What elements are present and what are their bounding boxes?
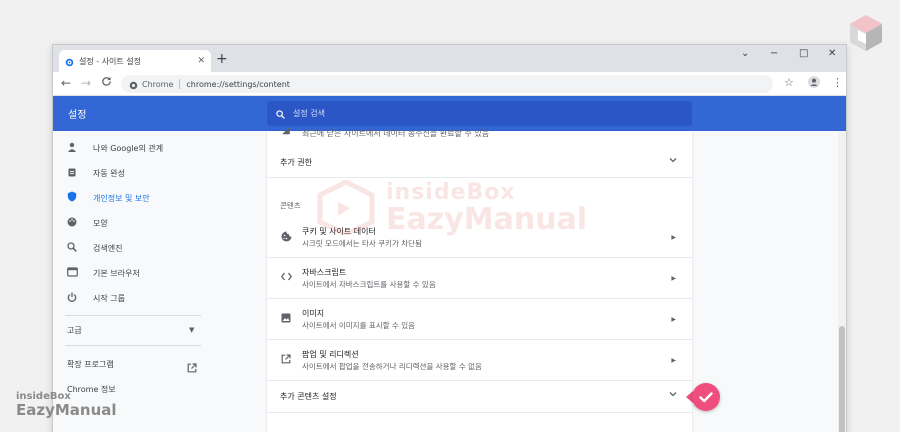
cube-logo-icon xyxy=(846,12,886,52)
sidebar-item-label: 기본 브라우저 xyxy=(93,268,140,278)
sidebar-item-label: 모양 xyxy=(93,218,108,228)
additional-content-label: 추가 콘텐츠 설정 xyxy=(280,392,337,401)
sidebar-item-label: 나와 Google의 관계 xyxy=(93,143,164,153)
search-placeholder: 설정 검색 xyxy=(293,109,325,118)
row-subtitle: 사이트에서 팝업을 전송하거나 리디렉션을 사용할 수 없음 xyxy=(302,362,482,371)
search-icon xyxy=(276,104,285,123)
sidebar-divider xyxy=(65,345,201,346)
row-title: 쿠키 및 사이트 데이터 xyxy=(302,227,376,236)
tab-close-icon[interactable]: ✕ xyxy=(197,56,205,66)
sidebar-item-label: 자동 완성 xyxy=(93,168,125,178)
browser-toolbar: ← → Chrome chrome://settings/content ☆ ⋮ xyxy=(53,72,846,96)
popups-row[interactable]: 팝업 및 리디렉션 사이트에서 팝업을 전송하거나 리디렉션을 사용할 수 없음… xyxy=(267,340,692,381)
browser-menu-icon[interactable]: ⋮ xyxy=(832,76,843,89)
additional-permissions-row[interactable]: 추가 권한 xyxy=(267,146,692,178)
row-title: 자바스크립트 xyxy=(302,268,347,277)
chrome-site-icon xyxy=(129,75,138,94)
omnibox-chip: Chrome xyxy=(142,79,174,89)
additional-content-settings-row[interactable]: 추가 콘텐츠 설정 xyxy=(267,381,692,413)
back-icon[interactable]: ← xyxy=(61,76,71,90)
profile-avatar-icon[interactable] xyxy=(808,76,820,91)
row-title: 이미지 xyxy=(302,309,325,318)
tab-strip: 설정 - 사이트 설정 ✕ + ⌄ − □ ✕ xyxy=(53,45,846,72)
sidebar-item-label: 검색엔진 xyxy=(93,243,123,253)
arrow-right-icon: ▶ xyxy=(671,234,676,241)
row-title: 팝업 및 리디렉션 xyxy=(302,350,359,359)
sidebar-item-privacy[interactable]: 개인정보 및 보안 xyxy=(65,188,201,208)
page-scrollbar[interactable] xyxy=(838,131,846,432)
forward-icon[interactable]: → xyxy=(81,76,91,90)
sidebar-item-default-browser[interactable]: 기본 브라우저 xyxy=(65,263,201,283)
chevron-down-icon xyxy=(669,390,677,400)
new-tab-button[interactable]: + xyxy=(216,52,228,66)
arrow-right-icon: ▶ xyxy=(671,275,676,282)
images-row[interactable]: 이미지 사이트에서 이미지를 표시할 수 있음 ▶ xyxy=(267,299,692,340)
sidebar-divider xyxy=(65,315,201,316)
cookie-icon xyxy=(280,231,292,245)
sidebar-item-on-startup[interactable]: 시작 그룹 xyxy=(65,288,201,308)
content-section-heading: 콘텐츠 xyxy=(280,201,301,210)
palette-icon xyxy=(65,217,79,230)
partial-row-text: 최근에 닫은 사이트에서 데이터 송수신을 완료할 수 있음 xyxy=(302,129,490,138)
cookies-row[interactable]: 쿠키 및 사이트 데이터 시크릿 모드에서는 타사 쿠키가 차단됨 ▶ xyxy=(267,217,692,258)
maximize-button[interactable]: □ xyxy=(799,48,808,59)
image-icon xyxy=(280,313,292,326)
browser-icon xyxy=(65,266,79,280)
sidebar-item-autofill[interactable]: 자동 완성 xyxy=(65,163,201,183)
settings-header: 설정 설정 검색 xyxy=(53,96,846,131)
person-icon xyxy=(65,142,79,155)
settings-sidebar: 나와 Google의 관계 자동 완성 개인정보 및 보안 모양 검색엔진 기본… xyxy=(53,131,203,432)
partial-icon: ◢ xyxy=(282,125,290,136)
sidebar-item-label: 시작 그룹 xyxy=(93,293,125,303)
javascript-row[interactable]: 자바스크립트 사이트에서 자바스크립트를 사용할 수 있음 ▶ xyxy=(267,258,692,299)
settings-gear-icon xyxy=(65,52,74,71)
tab-search-icon[interactable]: ⌄ xyxy=(741,48,749,59)
tab-title: 설정 - 사이트 설정 xyxy=(79,56,142,66)
additional-permissions-label: 추가 권한 xyxy=(280,158,312,167)
row-subtitle: 시크릿 모드에서는 타사 쿠키가 차단됨 xyxy=(302,239,422,248)
chevron-down-icon xyxy=(669,156,677,166)
popup-icon xyxy=(280,354,292,367)
url-text[interactable]: chrome://settings/content xyxy=(186,80,290,89)
address-bar[interactable]: Chrome chrome://settings/content xyxy=(121,75,773,93)
close-window-button[interactable]: ✕ xyxy=(828,48,836,59)
corner-watermark-line2: EazyManual xyxy=(16,401,117,419)
check-badge-icon xyxy=(692,383,720,411)
row-subtitle: 사이트에서 자바스크립트를 사용할 수 있음 xyxy=(302,280,436,289)
reload-icon[interactable] xyxy=(101,76,112,90)
content-settings-card: ◢ 최근에 닫은 사이트에서 데이터 송수신을 완료할 수 있음 추가 권한 콘… xyxy=(267,125,692,432)
open-external-icon[interactable] xyxy=(187,358,197,377)
sidebar-advanced[interactable]: 고급 xyxy=(67,325,82,336)
sidebar-item-search-engine[interactable]: 검색엔진 xyxy=(65,238,201,258)
scrollbar-thumb[interactable] xyxy=(839,326,845,432)
arrow-right-icon: ▶ xyxy=(671,316,676,323)
minimize-button[interactable]: − xyxy=(770,48,778,59)
caret-down-icon: ▼ xyxy=(189,326,195,334)
omnibox-separator xyxy=(179,79,181,89)
sidebar-extensions[interactable]: 확장 프로그램 xyxy=(67,359,114,370)
row-subtitle: 사이트에서 이미지를 표시할 수 있음 xyxy=(302,321,416,330)
settings-search-input[interactable]: 설정 검색 xyxy=(267,101,692,126)
corner-watermark: insideBox EazyManual xyxy=(16,392,117,419)
clipboard-icon xyxy=(65,167,79,180)
sidebar-item-google[interactable]: 나와 Google의 관계 xyxy=(65,138,201,158)
settings-content: 나와 Google의 관계 자동 완성 개인정보 및 보안 모양 검색엔진 기본… xyxy=(53,125,846,432)
code-icon xyxy=(280,272,292,284)
list-item[interactable]: ◢ 최근에 닫은 사이트에서 데이터 송수신을 완료할 수 있음 xyxy=(267,125,692,146)
power-icon xyxy=(65,292,79,305)
sidebar-item-appearance[interactable]: 모양 xyxy=(65,213,201,233)
shield-icon xyxy=(65,191,79,205)
tab-settings[interactable]: 설정 - 사이트 설정 ✕ xyxy=(59,50,211,72)
arrow-right-icon: ▶ xyxy=(671,357,676,364)
browser-window: 설정 - 사이트 설정 ✕ + ⌄ − □ ✕ ← → Chrome chrom… xyxy=(52,44,847,432)
bookmark-star-icon[interactable]: ☆ xyxy=(784,76,794,89)
sidebar-item-label: 개인정보 및 보안 xyxy=(93,193,150,203)
search-icon xyxy=(65,241,79,255)
settings-title: 설정 xyxy=(68,110,87,121)
